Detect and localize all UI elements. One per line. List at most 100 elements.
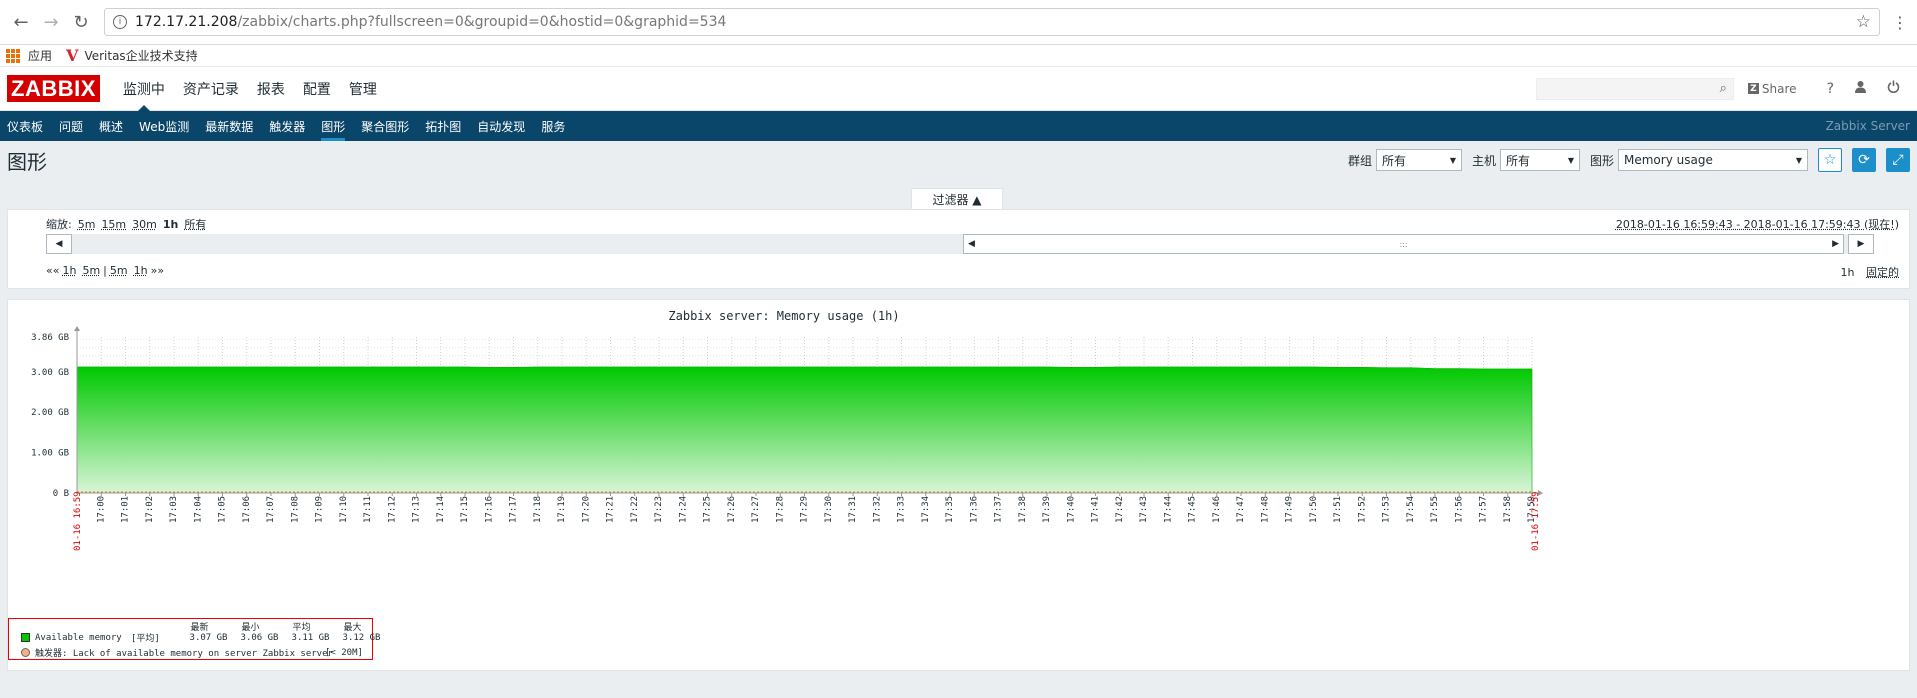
subnav-maps[interactable]: 拓扑图 — [425, 111, 461, 141]
x-tick-label: 17:45 — [1188, 496, 1198, 523]
x-tick-label: 17:28 — [775, 496, 785, 523]
back-icon[interactable]: ← — [10, 11, 32, 33]
y-tick-label: 3.86 GB — [31, 333, 69, 343]
x-end-label: 01-16 17:59 — [1531, 491, 1541, 551]
nav-forward-5m[interactable]: 5m — [110, 264, 128, 277]
search-icon[interactable]: ⌕ — [1720, 81, 1727, 96]
x-tick-label: 17:54 — [1406, 496, 1416, 523]
menu-inventory[interactable]: 资产记录 — [174, 67, 248, 110]
subnav-web[interactable]: Web监测 — [139, 111, 189, 141]
group-label: 群组 — [1347, 153, 1372, 168]
info-icon[interactable]: i — [113, 15, 127, 29]
zoom-1h[interactable]: 1h — [163, 218, 179, 231]
group-select[interactable]: 所有 ▼ — [1375, 149, 1462, 171]
graph-select[interactable]: Memory usage ▼ — [1618, 149, 1808, 171]
fullscreen-button[interactable]: ⤢ — [1886, 148, 1910, 172]
search-input[interactable]: ⌕ — [1535, 77, 1734, 100]
subnav-overview[interactable]: 概述 — [99, 111, 123, 141]
zoom-all[interactable]: 所有 — [184, 216, 206, 232]
timeline-thumb[interactable]: ◀ ::: ▶ — [963, 234, 1844, 254]
series-available-memory — [76, 366, 1533, 494]
forward-icon[interactable]: → — [40, 11, 62, 33]
veritas-logo-icon: V — [66, 46, 79, 65]
x-tick-label: 17:15 — [460, 496, 470, 523]
x-tick-label: 17:07 — [266, 496, 276, 523]
x-tick-label: 17:22 — [630, 496, 640, 523]
help-icon[interactable]: ? — [1827, 81, 1834, 97]
x-tick-label: 17:11 — [363, 496, 373, 523]
triangle-left-icon: ◀ — [55, 239, 63, 249]
menu-configuration[interactable]: 配置 — [294, 67, 340, 110]
nav-back-icon: «« — [46, 264, 60, 277]
subnav-dashboard[interactable]: 仪表板 — [7, 111, 43, 141]
subnav-latest-data[interactable]: 最新数据 — [205, 111, 253, 141]
reload-icon[interactable]: ↻ — [70, 11, 92, 33]
zoom-5m[interactable]: 5m — [78, 218, 96, 231]
bookmark-label: 应用 — [28, 49, 53, 63]
subnav-triggers[interactable]: 触发器 — [269, 111, 305, 141]
x-tick-label: 17:13 — [412, 496, 422, 523]
subnav-screens[interactable]: 聚合图形 — [361, 111, 409, 141]
x-tick-label: 17:05 — [218, 496, 228, 523]
zabbix-logo[interactable]: ZABBIX — [7, 75, 100, 102]
triangle-right-icon: ▶ — [1857, 239, 1865, 249]
x-tick-label: 17:40 — [1066, 496, 1076, 523]
nav-forward-icon: »» — [150, 264, 165, 277]
y-tick-label: 1.00 GB — [31, 449, 69, 459]
chart-y-axis: 3.86 GB 3.00 GB 2.00 GB 1.00 GB 0 B — [31, 326, 80, 499]
filter-tab[interactable]: 过滤器 ▲ — [911, 188, 1003, 209]
legend-max: 3.12 GB — [342, 632, 381, 643]
add-to-favorites-button[interactable]: ☆ — [1818, 148, 1842, 172]
x-tick-label: 17:47 — [1236, 496, 1246, 523]
x-tick-label: 17:33 — [897, 496, 907, 523]
nav-back-5m[interactable]: 5m — [82, 264, 100, 277]
share-icon: Z — [1747, 83, 1759, 94]
x-tick-label: 17:46 — [1212, 496, 1222, 523]
nav-back-1h[interactable]: 1h — [62, 264, 76, 277]
chevron-down-icon: ▼ — [1449, 155, 1456, 165]
logout-icon[interactable] — [1887, 80, 1900, 97]
page-title: 图形 — [7, 149, 47, 174]
bookmark-apps[interactable]: 应用 — [6, 47, 52, 64]
zoom-30m[interactable]: 30m — [132, 218, 157, 231]
x-tick-label: 17:27 — [751, 496, 761, 523]
subnav-graphs[interactable]: 图形 — [321, 111, 346, 141]
share-button[interactable]: Z Share — [1747, 82, 1797, 96]
time-range[interactable]: 2018-01-16 16:59:43 - 2018-01-16 17:59:4… — [1616, 216, 1899, 232]
browser-menu-icon[interactable]: ⋮ — [1892, 13, 1908, 32]
x-tick-label: 17:48 — [1260, 496, 1270, 523]
host-select[interactable]: 所有 ▼ — [1499, 149, 1580, 171]
memory-usage-chart[interactable]: Zabbix server: Memory usage (1h) 3.86 GB… — [8, 300, 1561, 618]
user-profile-icon[interactable] — [1854, 80, 1867, 97]
legend-last: 3.07 GB — [189, 632, 228, 643]
star-icon: ☆ — [1823, 152, 1837, 168]
x-tick-label: 17:29 — [800, 496, 810, 523]
bookmark-veritas[interactable]: V Veritas企业技术支持 — [66, 46, 198, 65]
fixed-toggle[interactable]: 固定的 — [1866, 266, 1899, 279]
scroll-left-button[interactable]: ◀ — [46, 234, 72, 254]
timeline-scrollbar[interactable]: ◀ ◀ ::: ▶ ▶ — [46, 234, 1874, 254]
time-control-panel: 缩放: 5m 15m 30m 1h 所有 2018-01-16 16:59:43… — [7, 209, 1910, 289]
menu-reports[interactable]: 报表 — [248, 67, 294, 110]
menu-administration[interactable]: 管理 — [340, 67, 386, 110]
scroll-right-button[interactable]: ▶ — [1848, 234, 1874, 254]
apps-grid-icon — [6, 48, 20, 63]
zoom-15m[interactable]: 15m — [101, 218, 126, 231]
x-tick-label: 17:49 — [1285, 496, 1295, 523]
bookmarks-bar: 应用 V Veritas企业技术支持 — [0, 45, 1917, 67]
x-tick-label: 17:04 — [193, 496, 203, 523]
x-tick-label: 17:31 — [848, 496, 858, 523]
address-bar[interactable]: i 172.17.21.208/zabbix/charts.php?fullsc… — [104, 8, 1880, 36]
menu-monitoring[interactable]: 监测中 — [114, 67, 174, 111]
graph-value: Memory usage — [1624, 153, 1713, 167]
nav-forward-1h[interactable]: 1h — [134, 264, 148, 277]
bookmark-star-icon[interactable]: ☆ — [1856, 12, 1871, 32]
sub-navigation: 仪表板 问题 概述 Web监测 最新数据 触发器 图形 聚合图形 拓扑图 自动发… — [0, 111, 1917, 141]
subnav-problems[interactable]: 问题 — [59, 111, 83, 141]
subnav-services[interactable]: 服务 — [541, 111, 565, 141]
subnav-discovery[interactable]: 自动发现 — [477, 111, 525, 141]
triangle-right-icon[interactable]: ▶ — [1832, 239, 1839, 249]
x-tick-label: 17:23 — [654, 496, 664, 523]
refresh-button[interactable]: ⟳ — [1852, 148, 1876, 172]
triangle-left-icon[interactable]: ◀ — [968, 239, 975, 249]
